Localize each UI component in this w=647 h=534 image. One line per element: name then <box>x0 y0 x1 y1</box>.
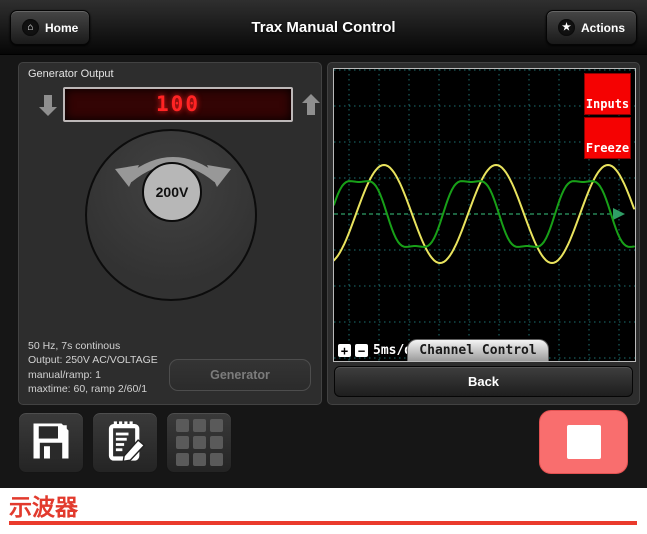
caption-title: 示波器 <box>9 488 78 522</box>
freeze-button[interactable]: Freeze <box>584 117 631 159</box>
oscilloscope-panel: Inputs Freeze + − 5ms/div Channel Contro… <box>327 62 640 405</box>
timebase-zoom-out-button[interactable]: − <box>355 344 368 357</box>
top-bar: Trax Manual Control ⌂ Home ★ Actions <box>0 0 647 55</box>
caption-area: 示波器 <box>0 488 647 534</box>
save-floppy-icon <box>30 420 72 465</box>
status-line: manual/ramp: 1 <box>28 368 158 382</box>
block-arrow-down-icon <box>38 93 60 117</box>
channel-control-tab[interactable]: Channel Control <box>407 339 549 361</box>
home-icon: ⌂ <box>22 19 39 36</box>
voltage-knob[interactable]: 200V <box>85 129 257 301</box>
notepad-pencil-icon <box>104 420 146 465</box>
generator-status-text: 50 Hz, 7s continous Output: 250V AC/VOLT… <box>28 339 158 396</box>
home-button-label: Home <box>45 21 78 35</box>
status-line: Output: 250V AC/VOLTAGE <box>28 353 158 367</box>
block-arrow-up-icon <box>301 93 323 117</box>
save-button[interactable] <box>18 412 84 473</box>
value-down-button[interactable] <box>38 92 60 118</box>
notes-edit-button[interactable] <box>92 412 158 473</box>
inputs-button[interactable]: Inputs <box>584 73 631 115</box>
status-line: 50 Hz, 7s continous <box>28 339 158 353</box>
status-line: maxtime: 60, ramp 2/60/1 <box>28 382 158 396</box>
stop-square-icon <box>567 425 601 459</box>
generator-button[interactable]: Generator <box>169 359 311 391</box>
caption-underline <box>9 521 637 525</box>
generator-panel-title: Generator Output <box>28 68 114 80</box>
stop-button[interactable] <box>539 410 628 474</box>
home-button[interactable]: ⌂ Home <box>10 10 90 45</box>
back-button[interactable]: Back <box>334 366 633 397</box>
actions-button-label: Actions <box>581 21 625 35</box>
trax-app: Trax Manual Control ⌂ Home ★ Actions Gen… <box>0 0 647 488</box>
knob-voltage-label: 200V <box>142 162 202 222</box>
generator-panel: Generator Output 100 <box>18 62 322 405</box>
generator-value-display: 100 <box>63 87 293 122</box>
grid-menu-button[interactable] <box>166 412 232 473</box>
grid-dots-icon <box>176 419 223 466</box>
oscilloscope-screen[interactable]: Inputs Freeze + − 5ms/div Channel Contro… <box>333 68 636 362</box>
star-icon: ★ <box>558 19 575 36</box>
actions-button[interactable]: ★ Actions <box>546 10 637 45</box>
timebase-zoom-in-button[interactable]: + <box>338 344 351 357</box>
screenshot-stage: Trax Manual Control ⌂ Home ★ Actions Gen… <box>0 0 647 534</box>
value-up-button[interactable] <box>301 92 323 118</box>
